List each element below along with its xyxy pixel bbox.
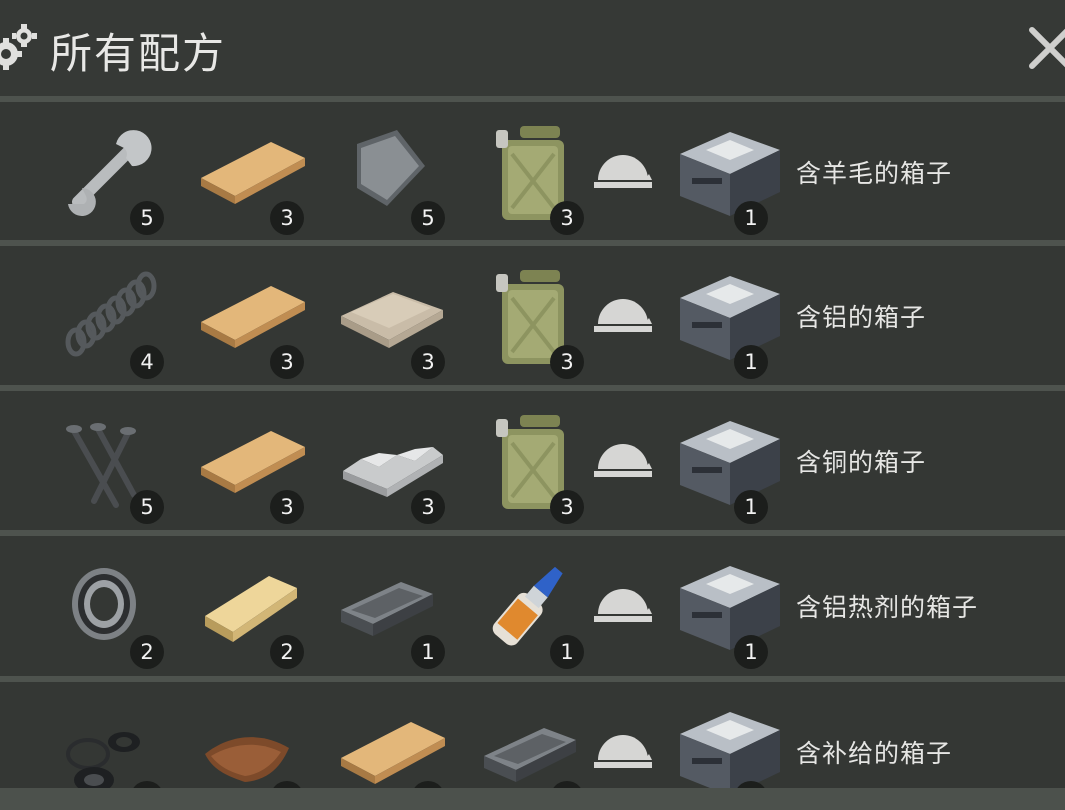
recipe-row[interactable]: 4 3 3 3 1 含铝的箱子 bbox=[0, 246, 1065, 384]
count-badge: 1 bbox=[734, 201, 768, 235]
count-badge: 3 bbox=[411, 345, 445, 379]
result-name: 含补给的箱子 bbox=[796, 739, 953, 768]
recipe-row[interactable]: 5 3 3 3 1 含铜的箱子 bbox=[0, 391, 1065, 529]
close-icon[interactable] bbox=[1028, 24, 1065, 72]
saw-icon bbox=[594, 444, 652, 477]
recipe-row[interactable]: 2 2 1 1 1 含铝热剂的箱子 bbox=[0, 536, 1065, 674]
count-badge: 1 bbox=[411, 635, 445, 669]
count-badge: 1 bbox=[550, 635, 584, 669]
ingredient-slot: 2 bbox=[187, 536, 307, 674]
recipe-row[interactable]: 5 3 5 3 1 含羊毛的箱子 bbox=[0, 102, 1065, 240]
count-badge: 2 bbox=[130, 635, 164, 669]
ingredient-slot: 3 bbox=[470, 391, 590, 529]
ingredient-slot: 3 bbox=[327, 246, 447, 384]
ingredient-slot: 5 bbox=[327, 102, 447, 240]
page-title: 所有配方 bbox=[50, 29, 227, 78]
count-badge: 5 bbox=[411, 201, 445, 235]
crate-icon bbox=[680, 566, 780, 650]
result-slot[interactable]: 1 bbox=[660, 536, 780, 674]
crate-icon bbox=[680, 421, 780, 505]
count-badge: 4 bbox=[130, 345, 164, 379]
crate-icon bbox=[680, 132, 780, 216]
count-badge: 2 bbox=[270, 635, 304, 669]
recipes-panel: 所有配方 5 3 5 3 1 含羊毛的箱子 4 3 3 3 1 含铝的箱子 5 … bbox=[0, 0, 1065, 810]
result-name: 含铝的箱子 bbox=[796, 303, 927, 332]
ingredient-slot: 3 bbox=[470, 102, 590, 240]
count-badge: 5 bbox=[130, 201, 164, 235]
count-badge: 1 bbox=[734, 635, 768, 669]
ingredient-slot: 2 bbox=[48, 536, 168, 674]
header: 所有配方 bbox=[0, 0, 1065, 96]
crate-icon bbox=[680, 276, 780, 360]
result-slot[interactable]: 1 bbox=[660, 102, 780, 240]
ingredient-slot: 5 bbox=[48, 391, 168, 529]
saw-icon bbox=[594, 299, 652, 332]
count-badge: 3 bbox=[550, 490, 584, 524]
count-badge: 3 bbox=[270, 201, 304, 235]
count-badge: 3 bbox=[550, 345, 584, 379]
ingredient-slot: 5 bbox=[48, 102, 168, 240]
result-name: 含羊毛的箱子 bbox=[796, 159, 953, 188]
result-name: 含铝热剂的箱子 bbox=[796, 593, 979, 622]
saw-icon bbox=[594, 589, 652, 622]
saw-icon bbox=[594, 155, 652, 188]
result-name: 含铜的箱子 bbox=[796, 448, 927, 477]
ingredient-slot: 3 bbox=[470, 246, 590, 384]
ingredient-slot: 3 bbox=[187, 391, 307, 529]
ingredient-slot: 1 bbox=[327, 536, 447, 674]
count-badge: 3 bbox=[270, 345, 304, 379]
ingredient-slot: 4 bbox=[48, 246, 168, 384]
ingredient-slot: 3 bbox=[327, 391, 447, 529]
count-badge: 1 bbox=[734, 490, 768, 524]
count-badge: 3 bbox=[550, 201, 584, 235]
saw-icon bbox=[594, 735, 652, 768]
crate-icon bbox=[680, 712, 780, 796]
gear-icon[interactable] bbox=[0, 22, 38, 74]
result-slot[interactable]: 1 bbox=[660, 246, 780, 384]
ingredient-slot: 3 bbox=[187, 102, 307, 240]
count-badge: 3 bbox=[411, 490, 445, 524]
ingredient-slot: 3 bbox=[187, 246, 307, 384]
result-slot[interactable]: 1 bbox=[660, 391, 780, 529]
count-badge: 1 bbox=[734, 345, 768, 379]
ingredient-slot: 1 bbox=[470, 536, 590, 674]
count-badge: 5 bbox=[130, 490, 164, 524]
scroll-edge-bar bbox=[0, 788, 1065, 810]
count-badge: 3 bbox=[270, 490, 304, 524]
